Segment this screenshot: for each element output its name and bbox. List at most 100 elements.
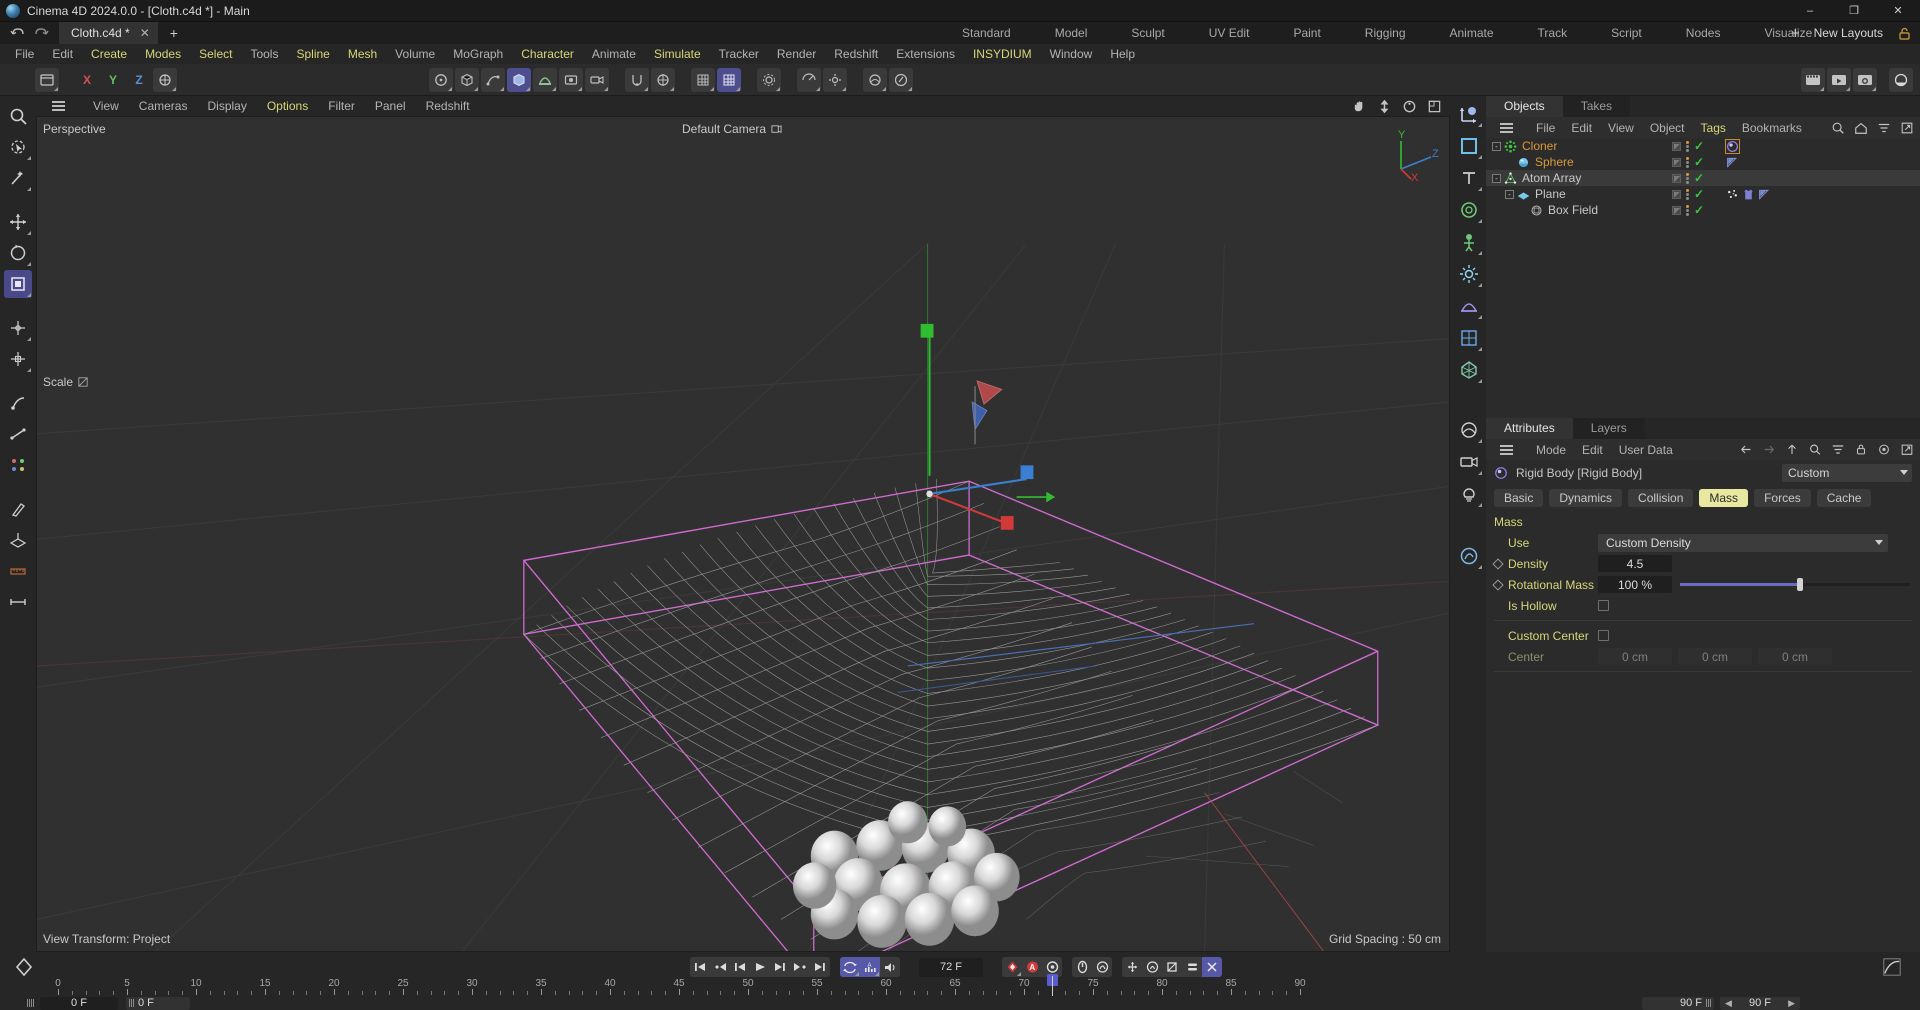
keyframe-record-icon[interactable] [13,956,35,978]
selection-tool-button[interactable] [4,102,32,130]
camera-button[interactable] [585,68,609,92]
menu-item-modes[interactable]: Modes [136,47,190,61]
ruler-tool-button[interactable] [4,557,32,585]
rigid-body-tag[interactable] [1726,140,1739,153]
attributes-menu-hamburger-icon[interactable] [1492,445,1521,455]
lock-icon[interactable] [1897,27,1912,40]
point-mode-button[interactable] [4,389,32,417]
attr-tab-cache[interactable]: Cache [1817,489,1872,507]
search-icon[interactable] [1808,443,1822,456]
layer-swatch[interactable] [1672,142,1681,151]
layer-swatch[interactable] [1672,174,1681,183]
layout-tab-script[interactable]: Script [1589,26,1664,40]
expand-icon[interactable] [1900,443,1914,456]
text-tool-button[interactable] [1455,164,1483,192]
preview-end-field[interactable]: 90 F [1642,997,1714,1010]
layer-swatch[interactable] [1672,190,1681,199]
xpresso-tool-button[interactable] [1455,542,1483,570]
expander-icon[interactable]: - [1492,174,1501,183]
frame-icon[interactable] [1427,99,1442,114]
grid-snap-button[interactable] [691,68,715,92]
visibility-dots[interactable] [1686,141,1689,152]
scale-tool-button[interactable] [4,270,32,298]
layout-tab-uv-edit[interactable]: UV Edit [1187,26,1272,40]
custom-center-checkbox[interactable] [1598,630,1609,641]
layout-tab-nodes[interactable]: Nodes [1664,26,1743,40]
polygon-select-button[interactable] [1455,132,1483,160]
attr-tab-collision[interactable]: Collision [1628,489,1693,507]
next-frame-button[interactable] [770,957,790,977]
scene-button[interactable] [559,68,583,92]
next-arrow-icon[interactable]: ▶ [1788,998,1795,1009]
object-menu-edit[interactable]: Edit [1563,121,1600,135]
attr-menu-mode[interactable]: Mode [1528,443,1574,457]
play-button[interactable] [750,957,770,977]
render-queue-button[interactable] [1801,68,1825,92]
attr-menu-edit[interactable]: Edit [1574,443,1611,457]
move-tool-button[interactable] [4,208,32,236]
layout-tab-animate[interactable]: Animate [1428,26,1516,40]
expander-icon[interactable]: - [1492,142,1501,151]
lock-y-axis-button[interactable]: Y [101,68,125,92]
close-button[interactable]: ✕ [1876,0,1920,22]
enabled-check-icon[interactable]: ✓ [1694,173,1704,183]
record-keyframe-button[interactable] [1002,957,1022,977]
redshift-render-button[interactable] [1889,68,1913,92]
menu-item-file[interactable]: File [6,47,43,61]
center-z-input[interactable]: 0 cm [1758,648,1832,665]
object-row-plane[interactable]: -Plane✓ [1486,186,1920,202]
new-document-button[interactable]: + [158,25,190,41]
target-icon[interactable] [1877,443,1891,456]
menu-item-tools[interactable]: Tools [241,47,287,61]
use-dropdown[interactable]: Custom Density [1598,534,1888,552]
close-icon[interactable]: ✕ [140,26,150,40]
tab-takes[interactable]: Takes [1563,96,1630,117]
object-axis-button[interactable] [1455,100,1483,128]
paint-brush-button[interactable] [4,495,32,523]
viewport-menu-cameras[interactable]: Cameras [129,99,198,113]
expand-icon[interactable] [1900,121,1914,135]
tool-options-icon[interactable] [78,377,88,387]
viewport-menu-hamburger-icon[interactable] [42,101,75,111]
menu-item-edit[interactable]: Edit [43,47,82,61]
filter-icon[interactable] [1831,443,1845,456]
menu-item-render[interactable]: Render [768,47,825,61]
quantize-button[interactable] [717,68,741,92]
preset-dropdown[interactable]: Custom [1782,464,1912,482]
is-hollow-checkbox[interactable] [1598,600,1609,611]
enabled-check-icon[interactable]: ✓ [1694,189,1704,199]
viewport-menu-display[interactable]: Display [197,99,256,113]
workplane-button[interactable] [651,68,675,92]
sound-autokey-button[interactable]: A [860,957,880,977]
axis-modify-button[interactable] [4,345,32,373]
measure-tool-button[interactable] [4,588,32,616]
null-object-button[interactable] [429,68,453,92]
attr-tab-dynamics[interactable]: Dynamics [1549,489,1622,507]
menu-item-mesh[interactable]: Mesh [339,47,386,61]
current-frame-field[interactable]: 72 F [919,958,983,977]
render-view-button[interactable] [797,68,821,92]
viewport-menu-panel[interactable]: Panel [365,99,416,113]
document-tab-cloth[interactable]: Cloth.c4d * ✕ [59,22,158,44]
autokey-button[interactable]: A [1022,957,1042,977]
orientation-gizmo[interactable]: Y Z X [1387,127,1443,183]
primitive-cube-button[interactable] [455,68,479,92]
undo-tool-button[interactable] [35,68,59,92]
menu-item-insydium[interactable]: INSYDIUM [964,47,1041,61]
range-start-field[interactable]: 0 F [40,997,118,1010]
menu-item-mograph[interactable]: MoGraph [444,47,512,61]
deformer-button[interactable] [533,68,557,92]
menu-item-create[interactable]: Create [82,47,136,61]
back-arrow-icon[interactable] [1739,443,1753,456]
menu-item-character[interactable]: Character [512,47,583,61]
menu-item-spline[interactable]: Spline [287,47,338,61]
prev-arrow-icon[interactable]: ◀ [1725,998,1732,1009]
layout-tab-standard[interactable]: Standard [940,26,1033,40]
viewport-menu-options[interactable]: Options [257,99,318,113]
object-tree[interactable]: -Cloner✓Sphere✓-Atom Array✓-Plane✓Box Fi… [1486,138,1920,418]
layout-tab-track[interactable]: Track [1516,26,1590,40]
lock-x-axis-button[interactable]: X [75,68,99,92]
menu-item-animate[interactable]: Animate [583,47,645,61]
preview-start-field[interactable]: 0 F [126,997,190,1010]
move-axis-button[interactable] [4,314,32,342]
